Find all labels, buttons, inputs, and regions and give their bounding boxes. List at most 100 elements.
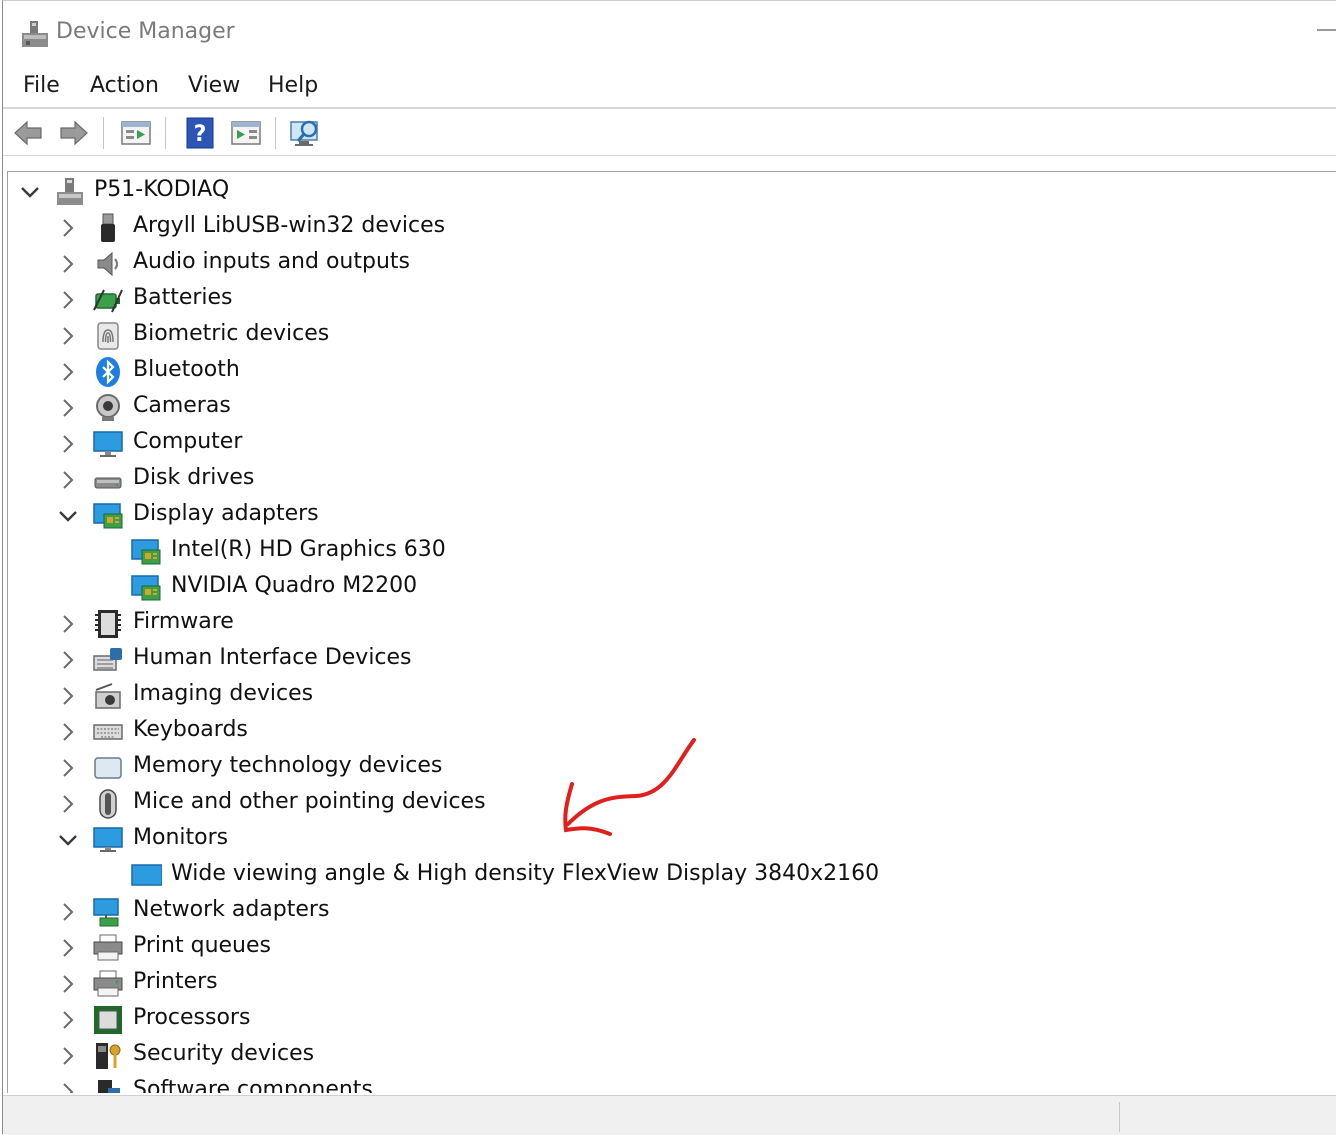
tree-item-label: Audio inputs and outputs: [133, 249, 410, 274]
tree-item-label: Firmware: [133, 609, 234, 634]
chevron-right-icon[interactable]: [56, 682, 80, 710]
battery-icon: [93, 289, 123, 313]
chevron-right-icon[interactable]: [56, 322, 80, 350]
scan-hardware-icon[interactable]: [289, 116, 323, 150]
chevron-right-icon[interactable]: [56, 898, 80, 926]
tree-item-label: Human Interface Devices: [133, 645, 412, 670]
chevron-right-icon[interactable]: [56, 1042, 80, 1070]
firmware-icon: [95, 610, 121, 638]
disk-drive-icon: [94, 477, 122, 489]
chevron-right-icon[interactable]: [56, 1006, 80, 1034]
menu-help[interactable]: Help: [268, 73, 318, 98]
monitor-icon: [93, 827, 123, 852]
chevron-right-icon[interactable]: [56, 1078, 80, 1093]
fingerprint-icon: [97, 322, 119, 350]
toolbar-separator: [275, 117, 276, 149]
bluetooth-icon: [96, 357, 120, 387]
update-driver-icon[interactable]: [229, 116, 263, 150]
tree-category-processors[interactable]: Processors: [8, 1002, 1328, 1038]
chevron-right-icon[interactable]: [56, 934, 80, 962]
menu-view[interactable]: View: [188, 73, 240, 98]
software-icon: [98, 1080, 120, 1093]
tree-category-human-interface-devices[interactable]: Human Interface Devices: [8, 642, 1328, 678]
chevron-right-icon[interactable]: [56, 286, 80, 314]
tree-category-argyll-libusb-win32-devices[interactable]: Argyll LibUSB-win32 devices: [8, 210, 1328, 246]
toolbar-separator-line: [3, 155, 1336, 156]
tree-item-label: Disk drives: [133, 465, 255, 490]
svg-text:?: ?: [194, 122, 207, 147]
monitor-device-icon: [131, 864, 162, 886]
chevron-right-icon[interactable]: [56, 970, 80, 998]
status-bar: [3, 1095, 1336, 1135]
menu-action[interactable]: Action: [90, 73, 159, 98]
chevron-right-icon[interactable]: [56, 466, 80, 494]
memory-icon: [94, 757, 122, 779]
tree-root-p51-kodiaq[interactable]: P51-KODIAQ: [8, 174, 1328, 210]
print-queue-icon: [93, 934, 123, 961]
chevron-right-icon[interactable]: [56, 790, 80, 818]
tree-item-label: NVIDIA Quadro M2200: [171, 573, 418, 598]
tree-category-cameras[interactable]: Cameras: [8, 390, 1328, 426]
tree-item-label: Software components: [133, 1077, 373, 1093]
chevron-right-icon[interactable]: [56, 214, 80, 242]
device-manager-icon: [22, 21, 48, 47]
hid-icon: [93, 648, 122, 671]
toolbar-separator: [103, 117, 104, 149]
tree-item-label: Keyboards: [133, 717, 248, 742]
keyboard-icon: [93, 724, 123, 740]
camera-icon: [96, 394, 120, 421]
tree-item-label: Cameras: [133, 393, 231, 418]
tree-category-audio-inputs-and-outputs[interactable]: Audio inputs and outputs: [8, 246, 1328, 282]
device-tree[interactable]: P51-KODIAQ Argyll LibUSB-win32 devices Aud…: [7, 171, 1336, 1093]
tree-item-label: Monitors: [133, 825, 229, 850]
tree-device-intel-r-hd-graphics-630[interactable]: Intel(R) HD Graphics 630: [8, 534, 1328, 570]
menu-file[interactable]: File: [23, 73, 60, 98]
tree-device-wide-viewing-angle-high-density-flexview-display-3840x2160[interactable]: Wide viewing angle & High density FlexVi…: [8, 858, 1328, 894]
tree-category-biometric-devices[interactable]: Biometric devices: [8, 318, 1328, 354]
toolbar: ?: [3, 109, 1336, 155]
tree-category-print-queues[interactable]: Print queues: [8, 930, 1328, 966]
chevron-right-icon[interactable]: [56, 250, 80, 278]
usb-icon: [101, 213, 115, 242]
minimize-icon[interactable]: [1317, 29, 1336, 31]
tree-category-network-adapters[interactable]: Network adapters: [8, 894, 1328, 930]
chevron-right-icon[interactable]: [56, 358, 80, 386]
chevron-right-icon[interactable]: [56, 610, 80, 638]
tree-category-bluetooth[interactable]: Bluetooth: [8, 354, 1328, 390]
properties-icon[interactable]: [119, 116, 153, 150]
chevron-down-icon[interactable]: [56, 826, 80, 854]
tree-item-label: Batteries: [133, 285, 233, 310]
tree-category-imaging-devices[interactable]: Imaging devices: [8, 678, 1328, 714]
tree-item-label: Memory technology devices: [133, 753, 443, 778]
printer-icon: [93, 970, 123, 997]
tree-item-label: Argyll LibUSB-win32 devices: [133, 213, 446, 238]
gpu-device-icon: [131, 539, 161, 565]
tree-category-computer[interactable]: Computer: [8, 426, 1328, 462]
tree-category-batteries[interactable]: Batteries: [8, 282, 1328, 318]
chevron-down-icon[interactable]: [18, 178, 42, 206]
back-icon[interactable]: [11, 116, 45, 150]
forward-icon[interactable]: [57, 116, 91, 150]
chevron-right-icon[interactable]: [56, 394, 80, 422]
help-icon[interactable]: ?: [183, 116, 217, 150]
status-divider: [1119, 1102, 1120, 1132]
tree-category-security-devices[interactable]: Security devices: [8, 1038, 1328, 1074]
tree-device-nvidia-quadro-m2200[interactable]: NVIDIA Quadro M2200: [8, 570, 1328, 606]
window-title: Device Manager: [56, 19, 235, 44]
tree-item-label: Intel(R) HD Graphics 630: [171, 537, 446, 562]
tree-item-label: Imaging devices: [133, 681, 314, 706]
tree-category-display-adapters[interactable]: Display adapters: [8, 498, 1328, 534]
chevron-right-icon[interactable]: [56, 754, 80, 782]
tree-item-label: Mice and other pointing devices: [133, 789, 486, 814]
tree-category-printers[interactable]: Printers: [8, 966, 1328, 1002]
chevron-down-icon[interactable]: [56, 502, 80, 530]
tree-item-label: Network adapters: [133, 897, 330, 922]
tree-item-label: Display adapters: [133, 501, 319, 526]
chevron-right-icon[interactable]: [56, 718, 80, 746]
chevron-right-icon[interactable]: [56, 646, 80, 674]
tree-category-firmware[interactable]: Firmware: [8, 606, 1328, 642]
title-bar[interactable]: Device Manager: [3, 1, 1336, 67]
tree-category-software-components[interactable]: Software components: [8, 1074, 1328, 1093]
tree-category-disk-drives[interactable]: Disk drives: [8, 462, 1328, 498]
chevron-right-icon[interactable]: [56, 430, 80, 458]
